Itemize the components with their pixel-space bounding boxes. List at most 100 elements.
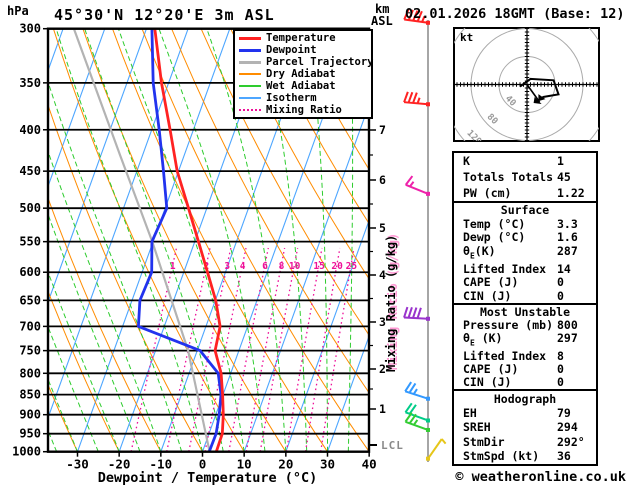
table-row-label: PW (cm) [463,185,512,200]
pressure-tick-label: 800 [19,366,41,380]
legend-line-sample-solid [239,85,261,87]
legend-entry-label: Isotherm [266,92,317,104]
legend-line-sample-solid [239,48,261,52]
dry-adiabat-line [48,289,120,452]
legend-entry: Dry Adiabat [235,68,371,80]
pressure-tick-label: 400 [19,123,41,137]
wind-barb [403,306,430,321]
table-row-value: 297 [557,331,578,346]
table-row-label: θE(K) [463,243,496,261]
table-row: CIN (J) 0 [454,375,596,389]
table-row-value: 287 [557,243,578,258]
mixing-ratio-value: 15 [313,261,325,272]
table-row: CAPE (J) 0 [454,276,596,289]
legend-entry: Temperature [235,32,371,44]
table-row: SREH 294 [454,421,596,434]
footer-credit: © weatheronline.co.uk [455,469,626,485]
pressure-tick-label: 300 [19,22,41,36]
legend-entry-label: Wet Adiabat [266,80,336,92]
mixing-ratio-value: 10 [289,261,301,272]
pressure-tick-label: 350 [19,76,41,90]
pressure-tick-label: 500 [19,201,41,215]
pressure-tick-label: 900 [19,408,41,422]
table-row: CIN (J) 0 [454,288,596,303]
table-row-value: 14 [557,261,571,276]
mixing-ratio-value: 3 [224,261,230,272]
mixing-ratio-value: 20 [331,261,343,272]
km-tick-label: 7 [379,123,386,137]
table-row-label: Lifted Index [463,348,547,363]
table-row-value: 0 [557,288,564,303]
station-title: 45°30'N 12°20'E 3m ASL [54,6,275,24]
dry-adiabat-line [48,103,203,452]
mixing-ratio-value: 25 [346,261,358,272]
pressure-tick-label: 700 [19,319,41,333]
table-row-value: 0 [557,275,564,290]
wet-adiabat-line [55,28,203,452]
pressure-unit-label: hPa [7,4,29,18]
pressure-tick-label: 550 [19,235,41,249]
legend: Temperature Dewpoint Parcel Trajectory Dry … [233,29,373,119]
pressure-tick-label: 950 [19,427,41,441]
km-tick-label: 1 [379,402,386,416]
hodograph: 4080120 [453,27,600,142]
legend-line-sample-solid [239,36,261,40]
table-row-label: θE (K) [463,331,503,348]
pressure-tick-label: 850 [19,388,41,402]
isotherm-line [0,29,21,452]
table-row-value: 36 [557,449,571,464]
table-row-label: Lifted Index [463,261,547,276]
table-row-value: 45 [557,169,571,184]
pressure-tick-label: 1000 [12,445,41,459]
sounding-curves [72,28,225,452]
pressure-tick-label: 750 [19,344,41,358]
table-row: CAPE (J) 0 [454,361,596,376]
x-axis-title: Dewpoint / Temperature (°C) [97,470,318,486]
mixing-ratio-value: 8 [279,261,285,272]
table-section: K 1 Totals Totals 45 PW (cm) 1.22 [452,151,598,203]
table-row-label: Dewp (°C) [463,230,526,245]
legend-entry-label: Mixing Ratio [266,104,342,116]
table-row: StmSpd (kt) 36 [454,450,596,463]
table-row-label: CAPE (J) [463,275,519,290]
table-row-value: 3.3 [557,216,578,231]
table-row: K1 [454,153,596,168]
legend-entry-label: Temperature [266,32,336,44]
legend-entry: Isotherm [235,92,371,104]
table-row: EH 79 [454,407,596,420]
wind-barb [404,402,430,423]
table-row-label: CIN (J) [463,288,512,303]
table-row: Totals Totals 45 [454,169,596,184]
table-row-label: K [463,153,470,168]
table-row: Dewp (°C) 1.6 [454,231,596,244]
table-row-label: StmDir [463,434,505,449]
table-row-label: EH [463,406,477,421]
table-row: Lifted Index 14 [454,261,596,276]
table-row: θE(K) 287 [454,243,596,262]
table-row: θE (K) 297 [454,332,596,349]
table-row: Lifted Index 8 [454,348,596,363]
table-section-header: Hodograph [493,391,557,406]
table-row-value: 1 [557,153,564,168]
table-section-most-unstable: Most Unstable Pressure (mb) 800 θE (K) 297 Li… [452,303,598,391]
table-row-value: 292° [557,434,585,449]
table-row: Temp (°C) 3.3 [454,216,596,231]
table-section-surface: Surface Temp (°C) 3.3 Dewp (°C) 1.6 θE(K) 287 L… [452,201,598,305]
legend-line-sample-solid [239,60,261,64]
hodograph-unit-label: kt [460,31,474,44]
table-row-label: Temp (°C) [463,216,526,231]
legend-entry: Wet Adiabat [235,80,371,92]
indices-table: K 1 Totals Totals 45 PW (cm) 1.22 Surface Temp … [452,151,598,466]
table-row-label: SREH [463,420,491,435]
pressure-tick-label: 600 [19,265,41,279]
legend-entry-label: Dewpoint [266,44,317,56]
mixing-ratio-value: 1 [170,261,176,272]
table-row-label: StmSpd (kt) [463,449,540,464]
table-row-label: CAPE (J) [463,361,519,376]
table-row-value: 1.6 [557,230,578,245]
table-row: StmDir 292° [454,434,596,449]
pressure-tick-label: 650 [19,293,41,307]
table-row: PW (cm) 1.22 [454,185,596,200]
legend-line-sample-dotted [239,109,261,111]
lcl-label: LCL [381,439,404,452]
